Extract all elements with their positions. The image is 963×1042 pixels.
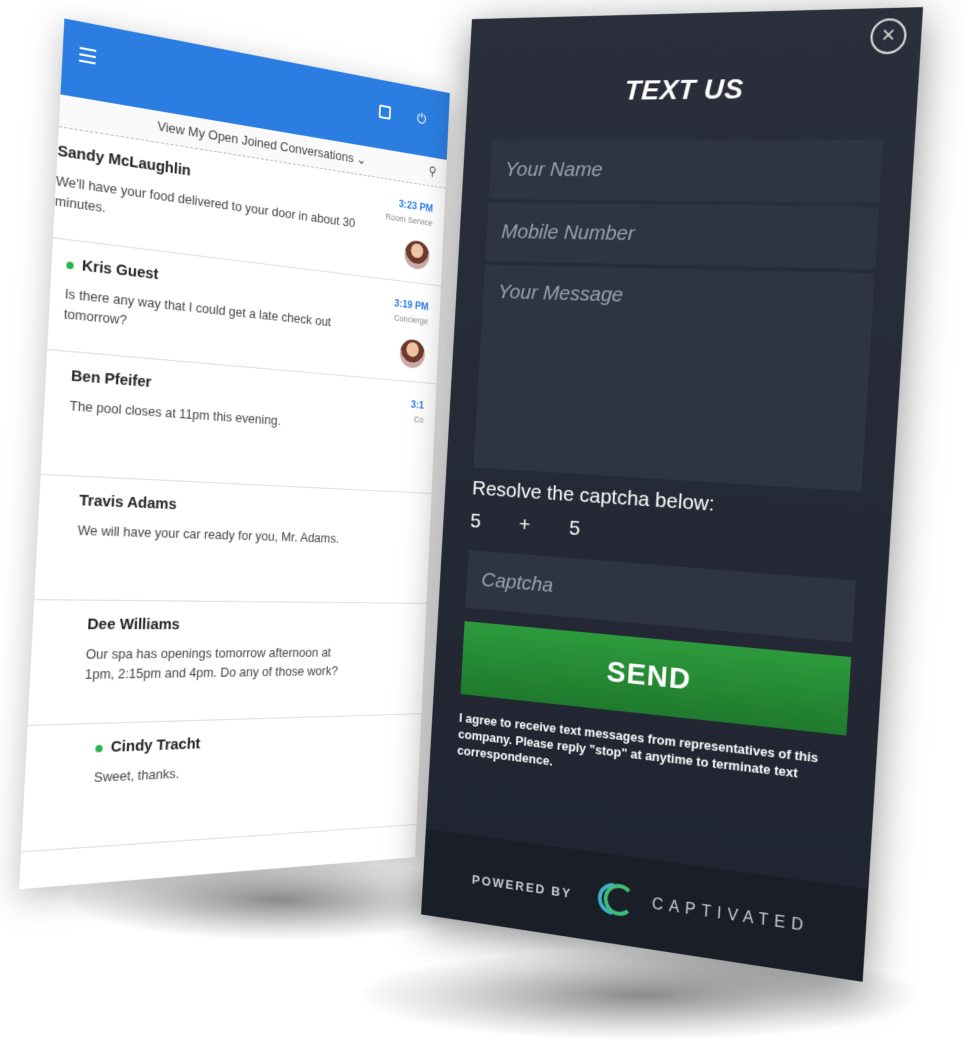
name-input[interactable] — [488, 139, 884, 203]
conversation-list: Sandy McLaughlin We'll have your food del… — [21, 127, 446, 853]
conversation-timestamp: 3:23 PM — [398, 198, 434, 215]
close-icon[interactable]: × — [869, 17, 908, 55]
conversation-message-preview: Sweet, thanks. — [93, 765, 180, 786]
contact-name-text: Ben Pfeifer — [70, 366, 152, 392]
conversation-contact-name: Dee Williams — [87, 615, 359, 633]
conversation-timestamp: 3:19 PM — [393, 297, 429, 314]
conversation-item[interactable]: Cindy Tracht Sweet, thanks. — [21, 714, 422, 853]
search-icon[interactable]: ⚲ — [428, 157, 437, 186]
compose-icon[interactable] — [378, 104, 392, 120]
conversation-item[interactable]: Travis Adams We will have your car ready … — [34, 474, 432, 604]
powered-by-label: POWERED BY — [471, 871, 573, 901]
conversation-contact-name: Travis Adams — [79, 492, 364, 521]
conversation-department: Room Service — [385, 211, 433, 228]
avatar — [403, 239, 430, 271]
conversation-item[interactable]: Dee Williams Our spa has openings tomorro… — [27, 600, 427, 727]
conversation-contact-name: Cindy Tracht — [95, 730, 353, 757]
conversation-department: Co — [413, 414, 424, 425]
contact-name-text: Cindy Tracht — [110, 735, 201, 757]
conversations-panel: ⏻ View My Open Joined Conversations ⌄ ⚲ … — [19, 18, 450, 890]
power-icon[interactable]: ⏻ — [415, 111, 427, 128]
mobile-number-input[interactable] — [485, 202, 879, 270]
conversation-message-preview: We will have your car ready for you, Mr.… — [77, 522, 340, 546]
conversation-timestamp: 3:1 — [410, 399, 425, 412]
contact-name-text: Travis Adams — [78, 491, 178, 514]
online-status-icon — [66, 260, 74, 270]
captivated-logo-icon — [584, 875, 643, 923]
conversation-message-preview: Our spa has openings tomorrow afternoon … — [84, 644, 339, 683]
text-us-widget: × TEXT US Resolve the captcha below: 5 +… — [421, 7, 924, 982]
online-status-icon — [95, 744, 103, 752]
captcha-operand-a: 5 — [469, 509, 482, 533]
avatar — [399, 338, 426, 370]
contact-name-text: Kris Guest — [81, 256, 159, 284]
message-textarea[interactable] — [473, 264, 875, 492]
widget-title: TEXT US — [623, 72, 745, 106]
captcha-operand-b: 5 — [568, 516, 581, 541]
hamburger-menu-icon[interactable] — [78, 46, 97, 65]
captcha-operator: + — [518, 513, 531, 537]
contact-name-text: Dee Williams — [86, 615, 181, 634]
text-us-form: Resolve the captcha below: 5 + 5 SEND I … — [457, 139, 884, 805]
brand-name: CAPTIVATED — [651, 895, 810, 936]
conversation-department: Concierge — [393, 312, 429, 327]
